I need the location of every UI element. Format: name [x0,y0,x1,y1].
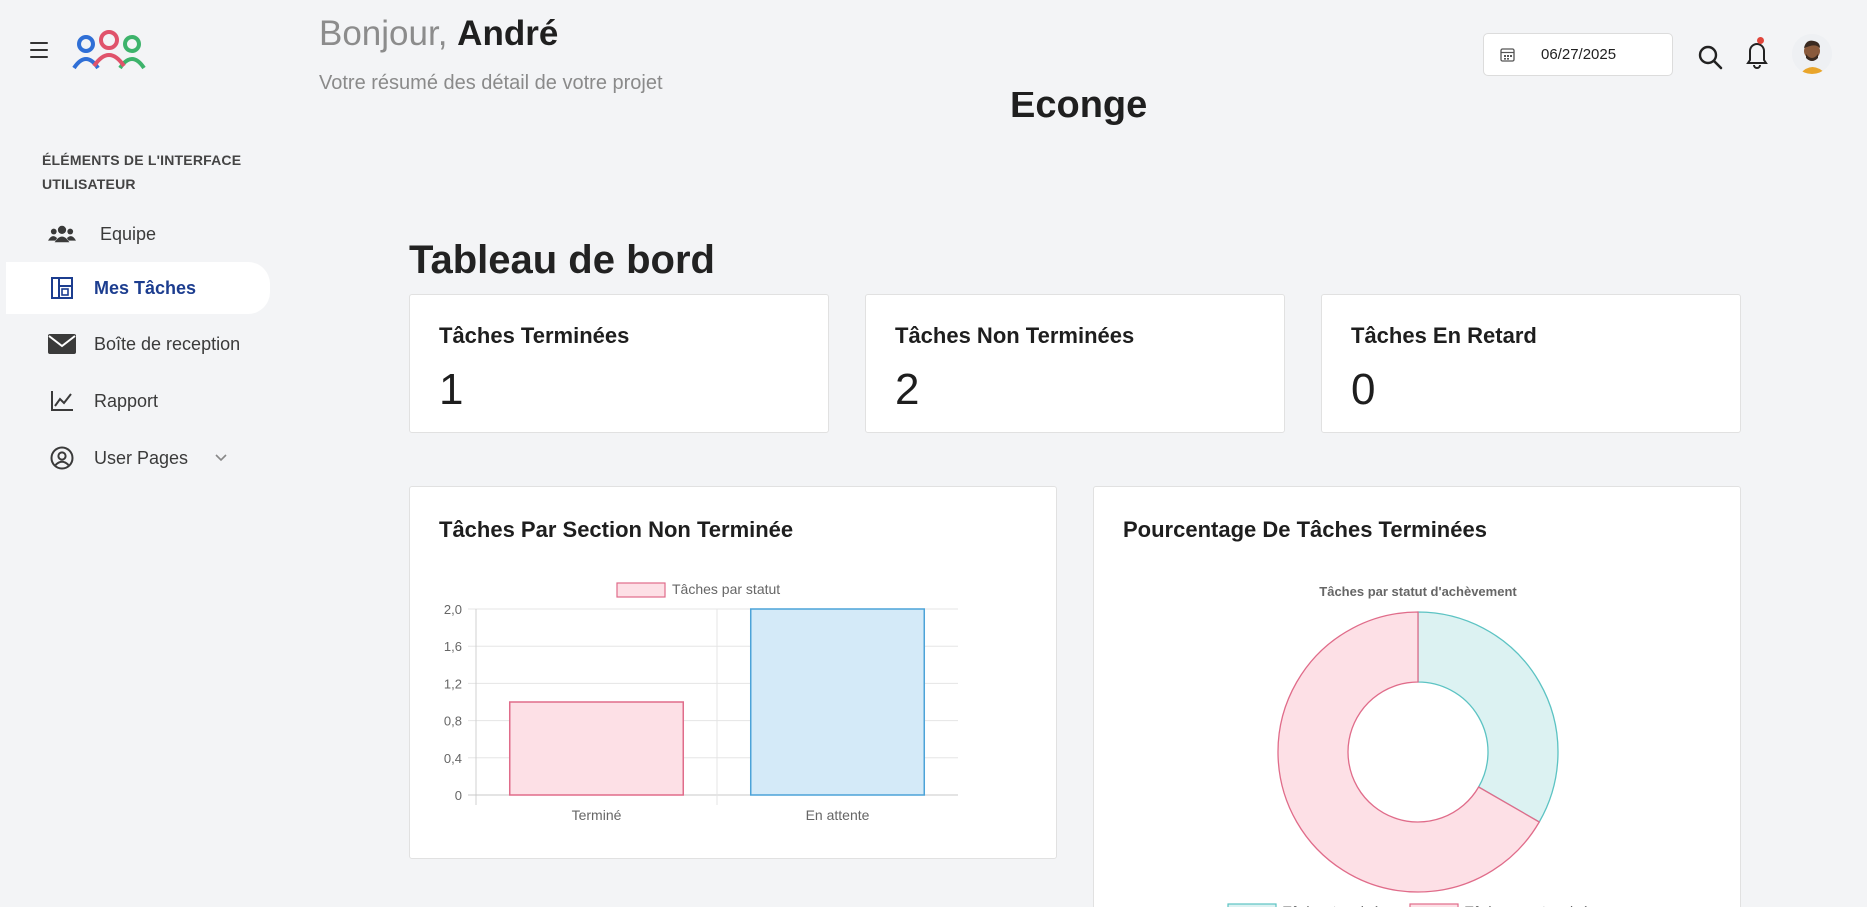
sidebar-item-label: Mes Tâches [94,277,197,298]
sidebar: ÉLÉMENTS DE L'INTERFACE UTILISATEUR Equi… [0,108,280,907]
sidebar-item-label: Boîte de reception [94,333,241,354]
page-title: Tableau de bord [409,238,715,282]
pie-chart: Tâches par statut d'achèvement Tâches ter… [1227,584,1604,907]
tasks-board-icon [48,275,76,301]
stat-title: Tâches Non Terminées [895,323,1135,348]
stat-card-terminees: Tâches Terminées 1 [409,294,829,433]
sidebar-item-mes-taches[interactable]: Mes Tâches [6,262,270,314]
app-logo [72,30,146,70]
app-name: Econge [1010,92,1147,138]
legend-label[interactable]: Tâches par statut [672,581,780,597]
legend-label[interactable]: Tâches terminées [1283,903,1394,907]
top-header: Bonjour, André Votre résumé des détail d… [0,0,1867,108]
stat-value: 0 [1351,365,1376,414]
app-name-text: Econge [1010,92,1148,126]
y-tick-label: 0 [455,788,462,803]
x-tick-label: En attente [806,807,870,823]
bar[interactable] [749,608,926,796]
date-picker[interactable]: 06/27/2025 [1483,33,1673,76]
y-tick-label: 0,8 [444,714,462,729]
bar[interactable] [508,701,685,796]
x-tick-label: Terminé [572,807,622,823]
y-tick-label: 0,4 [444,751,462,766]
y-tick-label: 1,2 [444,676,462,691]
greeting: Bonjour, André [319,14,558,54]
sidebar-item-label: Equipe [100,223,157,244]
greeting-prefix: Bonjour, [319,14,448,53]
pie-chart-card: Pourcentage De Tâches Terminées Tâches p… [1093,486,1741,907]
calendar-icon [1500,48,1515,62]
date-value: 06/27/2025 [1541,46,1617,63]
sidebar-item-equipe[interactable]: Equipe [6,208,270,260]
sidebar-item-user-pages[interactable]: User Pages [6,432,270,484]
line-chart-icon [48,388,76,414]
sidebar-heading: ÉLÉMENTS DE L'INTERFACE UTILISATEUR [42,152,242,192]
bell-icon[interactable] [1745,39,1769,69]
envelope-icon [48,331,76,357]
y-tick-label: 2,0 [444,602,462,617]
bar-chart: Tâches par statut 0 0,4 0,8 1,2 1,6 2,0 Terminé… [444,581,958,823]
sidebar-item-label: Rapport [94,390,159,411]
sidebar-item-rapport[interactable]: Rapport [6,375,270,427]
sidebar-item-label: User Pages [94,447,189,468]
y-tick-label: 1,6 [444,639,462,654]
user-name: André [457,14,559,53]
bar-chart-card: Tâches Par Section Non Terminée Tâches p… [409,486,1057,859]
users-icon [48,221,76,247]
stat-value: 1 [439,365,464,414]
sidebar-item-boite-de-reception[interactable]: Boîte de reception [6,318,270,370]
avatar-image [1792,34,1832,74]
avatar[interactable] [1792,34,1832,74]
stat-value: 2 [895,365,920,414]
pie-slice[interactable] [1417,611,1559,823]
stat-card-non-terminees: Tâches Non Terminées 2 [865,294,1285,433]
stat-title: Tâches En Retard [1351,323,1537,348]
chevron-down-icon[interactable] [214,450,228,464]
search-icon[interactable] [1697,44,1723,70]
legend-label[interactable]: Tâches non terminées [1465,903,1604,907]
legend-swatch[interactable] [616,582,666,598]
stat-card-en-retard: Tâches En Retard 0 [1321,294,1741,433]
notification-dot [1757,37,1764,44]
stat-title: Tâches Terminées [439,323,630,348]
greeting-subtitle: Votre résumé des détail de votre projet [319,72,663,94]
hamburger-menu-icon[interactable] [30,42,48,58]
user-circle-icon [48,445,76,471]
pie-title: Tâches par statut d'achèvement [1319,584,1517,599]
